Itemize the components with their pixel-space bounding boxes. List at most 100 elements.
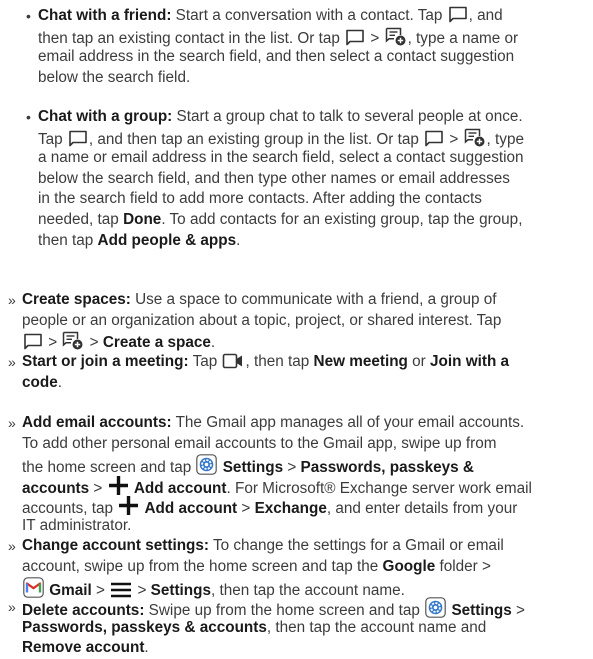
plus-icon (118, 495, 139, 516)
text-run: Start a conversation with a contact. Tap (171, 7, 447, 24)
chat-icon (448, 6, 468, 23)
text-run: , type (486, 130, 524, 148)
list-item-text: Add email accounts: The Gmail app manage… (22, 413, 532, 537)
bold-term: Start or join a meeting: (22, 353, 189, 370)
settings-icon (196, 454, 218, 475)
bold-term: Add people & apps (97, 231, 237, 249)
text-line: Remove account. (22, 638, 525, 659)
list-marker: » (8, 599, 16, 615)
text-line: Start or join a meeting: Tap , then tap … (22, 352, 509, 373)
new-chat-icon (62, 331, 84, 350)
text-run: . To add contacts for an existing group,… (161, 210, 523, 228)
list-item-text: Change account settings: To change the s… (22, 536, 504, 599)
text-run: needed, tap (38, 210, 124, 228)
settings-icon (425, 597, 446, 618)
new-chat-icon (464, 128, 486, 147)
text-run: below the search field. (38, 68, 191, 86)
chat-icon (68, 130, 88, 147)
list-marker: » (8, 354, 16, 370)
list-item-text: Chat with a group: Start a group chat to… (38, 107, 524, 251)
text-line: the home screen and tap Settings > Passw… (22, 454, 532, 477)
text-line: IT administrator. (22, 516, 532, 537)
list-marker: » (8, 292, 16, 308)
text-run: , then tap the account name and (266, 618, 487, 636)
text-run: , and then tap an existing group in the … (88, 130, 424, 148)
video-icon (222, 353, 244, 369)
text-run: , and (468, 7, 503, 24)
list-marker: » (8, 538, 16, 554)
text-run: , then tap (245, 353, 314, 370)
chat-icon (345, 29, 365, 46)
bold-term: accounts (22, 479, 90, 497)
text-run: Start a group chat to talk to several pe… (172, 108, 523, 125)
text-line: accounts > Add account. For Microsoft® E… (22, 475, 532, 497)
text-line: Change account settings: To change the s… (22, 536, 504, 557)
text-run: . (236, 231, 241, 249)
text-line: below the search field. (38, 68, 518, 89)
text-line: Chat with a friend: Start a conversation… (38, 6, 518, 27)
list-item-text: Delete accounts: Swipe up from the home … (22, 597, 525, 659)
text-run: > (366, 29, 384, 47)
bold-term: Chat with a group: (38, 108, 173, 125)
bold-term: Create a space (102, 334, 211, 352)
text-line: Delete accounts: Swipe up from the home … (22, 597, 525, 619)
text-run: account, swipe up from the home screen a… (22, 557, 383, 575)
text-line: a name or email address in the search fi… (38, 148, 524, 169)
bold-term: code (22, 373, 58, 391)
text-line: then tap Add people & apps. (38, 231, 524, 252)
gmail-icon (23, 577, 44, 598)
text-run: accounts, tap (22, 500, 118, 518)
text-line: > > Create a space. (22, 331, 501, 352)
list-marker: » (8, 415, 16, 431)
text-line: To add other personal email accounts to … (22, 434, 532, 455)
text-line: then tap an existing contact in the list… (38, 27, 518, 48)
text-run: , and enter details from your (326, 500, 518, 518)
bold-term: Passwords, passkeys & accounts (22, 618, 267, 636)
list-marker: • (26, 109, 31, 125)
text-run: then tap an existing contact in the list… (38, 29, 345, 47)
text-run: . For Microsoft® Exchange server work em… (226, 479, 532, 497)
bold-term: Done (123, 210, 162, 228)
bold-term: New meeting (313, 353, 408, 370)
text-run: The Gmail app manages all of your email … (171, 414, 525, 431)
text-line: Add email accounts: The Gmail app manage… (22, 413, 532, 434)
text-run: > (445, 130, 463, 148)
text-line: Create spaces: Use a space to communicat… (22, 290, 501, 311)
text-line: needed, tap Done. To add contacts for an… (38, 210, 524, 231)
bold-term: Chat with a friend: (38, 7, 172, 24)
bold-term: Delete accounts: (22, 602, 145, 619)
list-item-text: Start or join a meeting: Tap , then tap … (22, 352, 509, 393)
list-marker: • (26, 8, 31, 24)
text-line: accounts, tap Add account > Exchange, an… (22, 495, 532, 518)
text-run: > (85, 334, 103, 352)
text-run: Swipe up from the home screen and tap (144, 602, 425, 619)
text-run: > (237, 500, 255, 518)
text-run: Tap (38, 130, 67, 148)
text-run: in the search field to add more contacts… (38, 190, 482, 208)
text-run: Tap (188, 353, 222, 370)
bold-term: Settings (451, 602, 512, 619)
text-run: email address in the search field, and t… (38, 48, 515, 66)
text-run: a name or email address in the search fi… (38, 149, 524, 167)
text-line: email address in the search field, and t… (38, 47, 518, 68)
chat-icon (424, 130, 444, 147)
text-line: Gmail > > Settings, then tap the account… (22, 577, 504, 599)
menu-icon (110, 582, 132, 598)
new-chat-icon (385, 27, 407, 46)
text-run: below the search field, and then type ot… (38, 169, 510, 187)
text-run: or (407, 353, 430, 370)
text-run: the home screen and tap (22, 459, 196, 477)
text-run: Use a space to communicate with a friend… (130, 291, 497, 308)
text-run: To add other personal email accounts to … (22, 434, 497, 452)
text-line: code. (22, 373, 509, 394)
text-run: people or an organization about a topic,… (22, 311, 502, 329)
text-run: > (283, 459, 301, 477)
text-line: people or an organization about a topic,… (22, 311, 501, 332)
text-line: Tap , and then tap an existing group in … (38, 128, 524, 149)
plus-icon (108, 475, 129, 496)
text-run: To change the settings for a Gmail or em… (208, 537, 504, 554)
chat-icon (23, 333, 43, 350)
bold-term: Add account (133, 479, 227, 497)
bold-term: Passwords, passkeys & (300, 459, 474, 477)
bold-term: Create spaces: (22, 291, 131, 308)
